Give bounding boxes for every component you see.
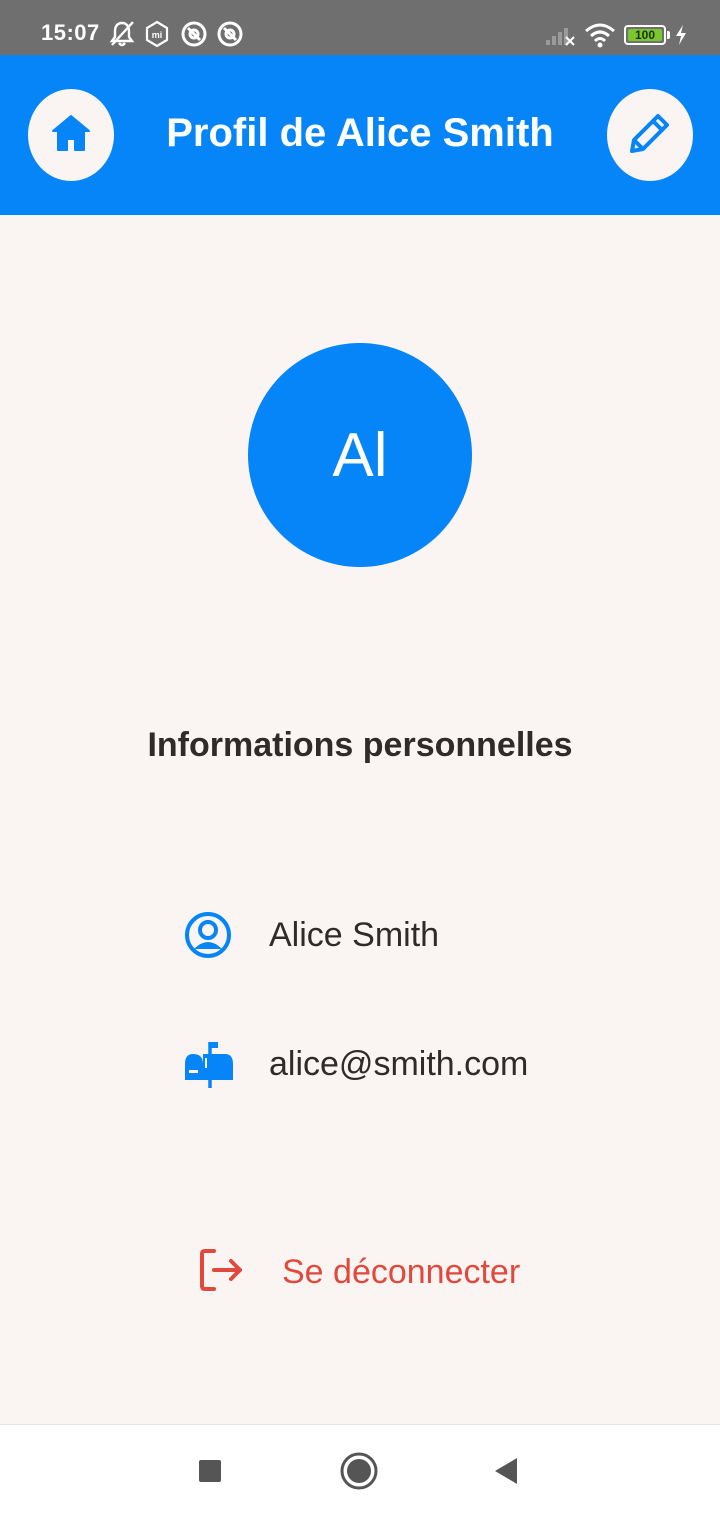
square-icon	[198, 1459, 222, 1488]
back-button[interactable]	[484, 1451, 528, 1495]
app-notification-icon	[180, 20, 208, 48]
avatar: Al	[248, 343, 472, 567]
pencil-icon	[628, 111, 672, 160]
name-row: Alice Smith	[180, 905, 439, 965]
logout-button[interactable]: Se déconnecter	[198, 1242, 520, 1302]
avatar-initials: Al	[332, 420, 388, 490]
wifi-icon	[584, 22, 616, 50]
profile-email: alice@smith.com	[269, 1044, 529, 1083]
svg-text:mi: mi	[152, 30, 163, 40]
signal-icon	[545, 24, 575, 52]
edit-profile-button[interactable]	[607, 89, 693, 181]
profile-name: Alice Smith	[269, 915, 440, 954]
email-row: alice@smith.com	[180, 1034, 528, 1094]
app-notification-icon	[216, 20, 244, 48]
mailbox-icon	[180, 1036, 236, 1092]
mi-icon: mi	[144, 20, 170, 48]
back-triangle-icon	[493, 1457, 519, 1490]
logout-icon	[198, 1247, 244, 1298]
recents-button[interactable]	[188, 1451, 232, 1495]
section-title: Informations personnelles	[147, 726, 573, 764]
logout-label: Se déconnecter	[282, 1252, 521, 1291]
bell-off-icon	[109, 20, 135, 48]
charging-icon	[674, 24, 688, 52]
app-bar: Profil de Alice Smith	[0, 55, 720, 215]
battery-level: 100	[634, 28, 656, 42]
system-nav-bar	[0, 1424, 720, 1520]
battery-icon: 100	[624, 25, 666, 45]
user-circle-icon	[180, 907, 236, 963]
status-time: 15:07	[41, 20, 100, 45]
home-nav-button[interactable]	[337, 1451, 381, 1495]
circle-icon	[339, 1451, 379, 1496]
status-bar: 15:07 mi 100	[0, 0, 720, 55]
